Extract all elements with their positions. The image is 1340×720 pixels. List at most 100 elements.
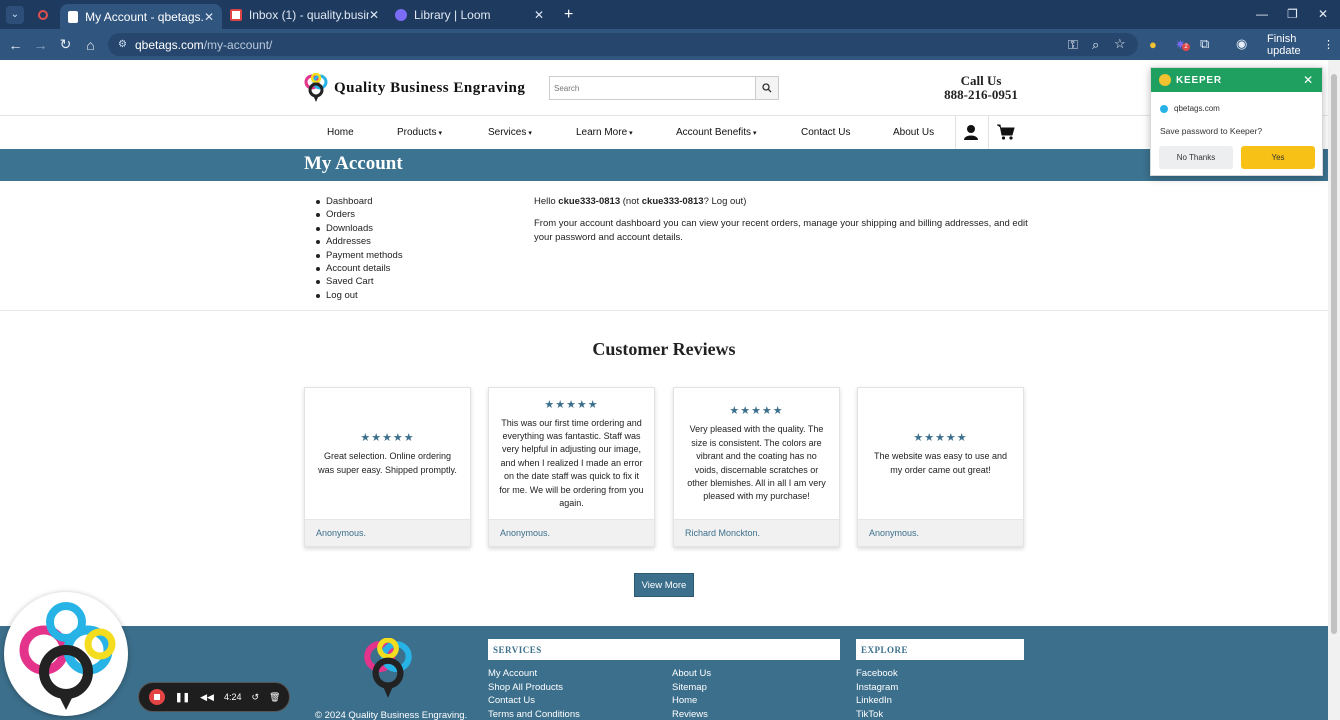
review-card: ★★★★★ The website was easy to use and my… [857,387,1024,547]
search-input[interactable] [550,77,755,99]
review-author: Anonymous. [305,519,470,546]
bookmark-star-icon[interactable]: ☆ [1114,36,1126,52]
footer-link[interactable]: LinkedIn [856,695,892,706]
page-scrollbar[interactable] [1328,60,1340,720]
review-text: The website was easy to use and my order… [873,451,1008,475]
loom-logo-avatar-icon [19,602,116,710]
keeper-question: Save password to Keeper? [1160,126,1263,136]
section-divider [0,310,1328,311]
logout-link[interactable]: ? Log out) [704,196,747,207]
call-us-label: Call Us [960,73,1002,88]
minimize-icon[interactable]: — [1256,7,1268,21]
finish-update-button[interactable]: Finish update ⋮ [1261,33,1340,57]
loom-camera-bubble[interactable] [4,592,128,716]
footer-link[interactable]: Terms and Conditions [488,709,580,720]
account-nav-log-out[interactable]: Log out [316,289,403,302]
account-nav-downloads[interactable]: Downloads [316,222,403,235]
footer-link[interactable]: Home [672,695,697,706]
close-icon[interactable]: ✕ [534,8,544,22]
home-icon[interactable]: ⌂ [78,37,103,53]
footer-link[interactable]: Contact Us [488,695,535,706]
nav-about-us[interactable]: About Us [893,127,934,138]
back-icon[interactable]: ← [3,37,28,53]
search-box [549,76,779,100]
tab-my-account[interactable]: My Account - qbetags.com ✕ [60,4,222,29]
footer-link[interactable]: My Account [488,668,537,679]
footer-explore-heading: EXPLORE [856,639,1024,660]
nav-contact-us[interactable]: Contact Us [801,127,850,138]
account-nav-saved-cart[interactable]: Saved Cart [316,275,403,288]
star-rating-icon: ★★★★★ [729,405,784,418]
footer-link[interactable]: TikTok [856,709,883,720]
cart-icon[interactable] [997,124,1015,143]
stop-recording-button[interactable] [149,689,165,705]
window-close-icon[interactable]: ✕ [1318,7,1328,21]
account-nav-orders[interactable]: Orders [316,208,403,221]
footer-link[interactable]: About Us [672,668,711,679]
page-content: Quality Business Engraving Call Us 888-2… [0,60,1328,720]
zoom-icon[interactable]: ⌕ [1092,37,1099,53]
tab-loom[interactable]: Library | Loom ✕ [387,0,552,29]
yes-button[interactable]: Yes [1241,146,1315,169]
search-button[interactable] [755,77,778,99]
footer-link[interactable]: Facebook [856,668,898,679]
nav-divider [955,116,956,150]
nav-divider [988,116,989,150]
dashboard-description: From your account dashboard you can view… [534,218,1028,243]
view-more-button[interactable]: View More [634,573,694,597]
account-nav-account-details[interactable]: Account details [316,262,403,275]
qbe-favicon-icon [68,10,79,23]
site-logo[interactable]: Quality Business Engraving [304,73,525,103]
account-nav-dashboard[interactable]: Dashboard [316,195,403,208]
nav-account-benefits[interactable]: Account Benefits ▾ [676,127,757,138]
footer-link[interactable]: Shop All Products [488,682,563,693]
main-nav: Home Products ▾ Services ▾ Learn More ▾ Acc… [0,115,1328,150]
password-key-icon[interactable]: ⚿ [1068,37,1078,53]
profile-icon[interactable]: ◉ [1236,36,1247,52]
close-icon[interactable]: ✕ [1303,73,1314,87]
recording-icon [38,9,48,20]
tab-search-icon[interactable]: ⌄ [6,5,24,24]
forward-icon[interactable]: → [28,37,53,53]
logo-text: Quality Business Engraving [334,79,526,96]
footer-link[interactable]: Reviews [672,709,708,720]
call-us-block: Call Us 888-216-0951 [930,74,1032,102]
rewind-icon[interactable]: ◀◀ [200,692,214,703]
review-author: Anonymous. [858,519,1023,546]
footer-link[interactable]: Instagram [856,682,898,693]
close-icon[interactable]: ✕ [204,10,214,24]
loom-recording-controls: ❚❚ ◀◀ 4:24 ↺ 🗑 [138,682,290,712]
nav-home[interactable]: Home [327,127,354,138]
url-bar[interactable]: ⚙ qbetags.com/my-account/ [108,33,1138,56]
restore-icon[interactable]: ❐ [1287,7,1298,21]
phone-number[interactable]: 888-216-0951 [930,88,1032,102]
review-card: ★★★★★ Great selection. Online ordering w… [304,387,471,547]
browser-tab-bar: ⌄ My Account - qbetags.com ✕ Inbox (1) -… [0,0,1340,29]
nav-products[interactable]: Products ▾ [397,127,442,138]
qbe-logo-icon [304,73,328,102]
keeper-extension-icon[interactable]: ● [1149,37,1157,52]
no-thanks-button[interactable]: No Thanks [1159,146,1233,169]
new-tab-icon[interactable]: + [564,6,573,24]
tab-inbox[interactable]: Inbox (1) - quality.business.ma ✕ [222,0,387,29]
star-rating-icon: ★★★★★ [544,398,599,411]
recording-timer: 4:24 [223,692,242,702]
reload-icon[interactable]: ↻ [53,36,78,53]
nav-services[interactable]: Services ▾ [488,127,532,138]
pause-icon[interactable]: ❚❚ [175,692,190,703]
extensions-puzzle-icon[interactable]: ⧉ [1200,36,1209,52]
account-nav-payment-methods[interactable]: Payment methods [316,249,403,262]
nav-learn-more[interactable]: Learn More ▾ [576,127,633,138]
review-text: This was our first time ordering and eve… [499,417,644,509]
restart-icon[interactable]: ↺ [251,692,259,703]
close-icon[interactable]: ✕ [369,8,379,22]
search-icon [762,83,772,93]
account-nav-addresses[interactable]: Addresses [316,235,403,248]
review-author: Richard Monckton. [674,519,839,546]
site-info-icon[interactable]: ⚙ [118,39,127,50]
greeting: Hello ckue333-0813 (not ckue333-0813? Lo… [534,196,747,207]
trash-icon[interactable]: 🗑 [269,692,280,703]
account-user-icon[interactable] [963,124,979,143]
site-favicon-icon [1160,104,1168,113]
footer-link[interactable]: Sitemap [672,682,707,693]
